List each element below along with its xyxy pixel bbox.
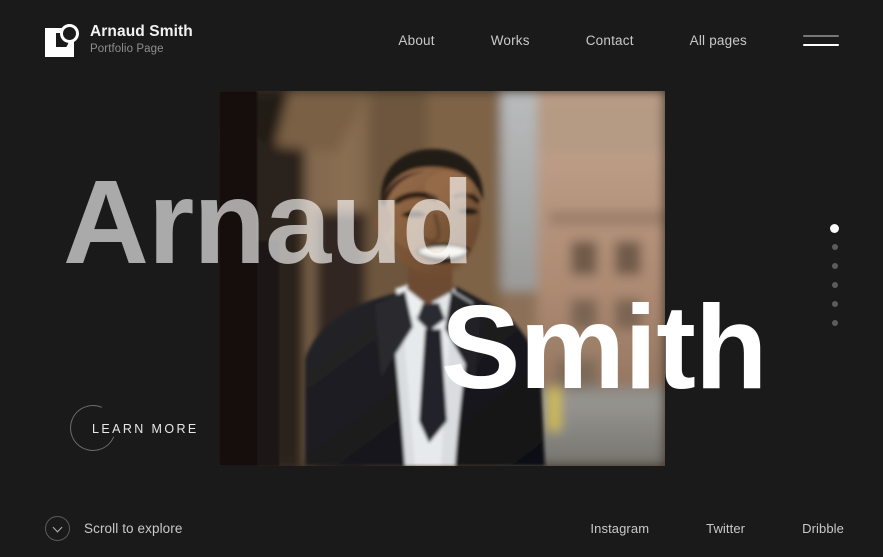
portfolio-landing-page: Arnaud Smith Portfolio Page About Works … bbox=[0, 0, 883, 557]
scroll-to-explore-button[interactable]: Scroll to explore bbox=[45, 516, 183, 541]
brand-logo-block[interactable]: Arnaud Smith Portfolio Page bbox=[45, 23, 193, 57]
slider-dot-3[interactable] bbox=[831, 263, 838, 269]
social-link-dribble[interactable]: Dribble bbox=[802, 521, 844, 536]
chevron-down-icon bbox=[45, 516, 70, 541]
brand-text-block: Arnaud Smith Portfolio Page bbox=[90, 23, 193, 57]
scroll-to-explore-label: Scroll to explore bbox=[84, 521, 183, 536]
hero-title-last-name: Smith bbox=[441, 281, 768, 414]
brand-subtitle: Portfolio Page bbox=[90, 43, 164, 55]
main-navigation: About Works Contact All pages bbox=[398, 32, 839, 48]
learn-more-label: LEARN MORE bbox=[92, 421, 199, 436]
nav-item-contact[interactable]: Contact bbox=[586, 33, 634, 48]
social-link-twitter[interactable]: Twitter bbox=[706, 521, 745, 536]
slider-dot-2[interactable] bbox=[831, 244, 838, 250]
camera-square-logo-icon bbox=[45, 23, 79, 57]
social-links: Instagram Twitter Dribble bbox=[590, 521, 844, 536]
slider-dot-1[interactable] bbox=[830, 224, 839, 233]
nav-item-all-pages[interactable]: All pages bbox=[690, 33, 747, 48]
hero-title-first-name: Arnaud bbox=[63, 156, 474, 289]
nav-item-about[interactable]: About bbox=[398, 33, 434, 48]
brand-name: Arnaud Smith bbox=[90, 23, 193, 40]
slider-dot-6[interactable] bbox=[831, 320, 838, 326]
site-footer: Scroll to explore Instagram Twitter Drib… bbox=[0, 500, 883, 557]
social-link-instagram[interactable]: Instagram bbox=[590, 521, 649, 536]
site-header: Arnaud Smith Portfolio Page About Works … bbox=[0, 0, 883, 80]
slider-dot-4[interactable] bbox=[831, 282, 838, 288]
slider-pagination bbox=[830, 224, 839, 326]
learn-more-button[interactable]: LEARN MORE bbox=[63, 398, 199, 458]
slider-dot-5[interactable] bbox=[831, 301, 838, 307]
hamburger-menu-icon[interactable] bbox=[803, 32, 839, 48]
nav-item-works[interactable]: Works bbox=[491, 33, 530, 48]
